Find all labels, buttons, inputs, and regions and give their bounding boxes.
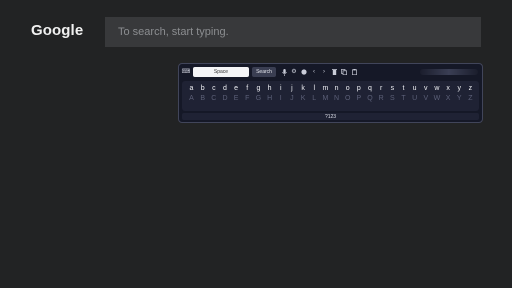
key-lower-b[interactable]: b — [197, 85, 208, 92]
space-key[interactable]: Space — [193, 67, 249, 77]
key-lower-a[interactable]: a — [186, 85, 197, 92]
key-upper-i[interactable]: I — [275, 95, 286, 102]
key-upper-l[interactable]: L — [309, 95, 320, 102]
key-upper-h[interactable]: H — [264, 95, 275, 102]
key-upper-y[interactable]: Y — [454, 95, 465, 102]
letter-keys-panel: abcdefghijklmnopqrstuvwxyz ABCDEFGHIJKLM… — [182, 81, 479, 111]
key-upper-c[interactable]: C — [208, 95, 219, 102]
key-upper-z[interactable]: Z — [465, 95, 476, 102]
key-upper-g[interactable]: G — [253, 95, 264, 102]
gear-icon[interactable]: ⚙ — [289, 67, 299, 77]
key-lower-h[interactable]: h — [264, 85, 275, 92]
lowercase-row: abcdefghijklmnopqrstuvwxyz — [186, 85, 476, 92]
key-lower-l[interactable]: l — [309, 85, 320, 92]
key-lower-k[interactable]: k — [298, 85, 309, 92]
key-upper-s[interactable]: S — [387, 95, 398, 102]
keyboard-icon[interactable]: ⌨ — [181, 67, 191, 77]
keyboard-toolbar: ⌨ Space Search ⚙ ‹ › — [181, 66, 480, 78]
key-lower-p[interactable]: p — [353, 85, 364, 92]
key-upper-q[interactable]: Q — [365, 95, 376, 102]
key-lower-m[interactable]: m — [320, 85, 331, 92]
key-lower-g[interactable]: g — [253, 85, 264, 92]
copy-icon[interactable] — [339, 67, 349, 77]
globe-icon[interactable] — [299, 67, 309, 77]
key-lower-q[interactable]: q — [365, 85, 376, 92]
chevron-left-icon[interactable]: ‹ — [309, 67, 319, 77]
search-key[interactable]: Search — [252, 67, 276, 77]
key-lower-r[interactable]: r — [376, 85, 387, 92]
key-upper-w[interactable]: W — [431, 95, 442, 102]
uppercase-row: ABCDEFGHIJKLMNOPQRSTUVWXYZ — [186, 95, 476, 102]
key-lower-y[interactable]: y — [454, 85, 465, 92]
key-lower-c[interactable]: c — [208, 85, 219, 92]
on-screen-keyboard: ⌨ Space Search ⚙ ‹ › abcdefghijklmnopqrs… — [178, 63, 483, 123]
mic-icon[interactable] — [279, 67, 289, 77]
key-upper-j[interactable]: J — [286, 95, 297, 102]
key-upper-u[interactable]: U — [409, 95, 420, 102]
key-lower-d[interactable]: d — [219, 85, 230, 92]
key-upper-k[interactable]: K — [298, 95, 309, 102]
key-upper-v[interactable]: V — [420, 95, 431, 102]
key-upper-b[interactable]: B — [197, 95, 208, 102]
key-upper-f[interactable]: F — [242, 95, 253, 102]
key-upper-n[interactable]: N — [331, 95, 342, 102]
key-lower-t[interactable]: t — [398, 85, 409, 92]
paste-icon[interactable] — [349, 67, 359, 77]
key-upper-d[interactable]: D — [219, 95, 230, 102]
suggestion-strip — [420, 69, 478, 75]
chevron-right-icon[interactable]: › — [319, 67, 329, 77]
key-lower-z[interactable]: z — [465, 85, 476, 92]
key-lower-o[interactable]: o — [342, 85, 353, 92]
key-lower-n[interactable]: n — [331, 85, 342, 92]
key-lower-e[interactable]: e — [231, 85, 242, 92]
key-upper-m[interactable]: M — [320, 95, 331, 102]
google-logo: Google — [31, 22, 84, 39]
key-lower-s[interactable]: s — [387, 85, 398, 92]
search-placeholder: To search, start typing. — [118, 26, 229, 38]
key-upper-o[interactable]: O — [342, 95, 353, 102]
key-lower-w[interactable]: w — [431, 85, 442, 92]
key-upper-p[interactable]: P — [353, 95, 364, 102]
key-upper-r[interactable]: R — [376, 95, 387, 102]
key-lower-v[interactable]: v — [420, 85, 431, 92]
key-lower-f[interactable]: f — [242, 85, 253, 92]
delete-icon[interactable] — [329, 67, 339, 77]
key-lower-i[interactable]: i — [275, 85, 286, 92]
key-lower-j[interactable]: j — [286, 85, 297, 92]
key-lower-x[interactable]: x — [443, 85, 454, 92]
key-upper-a[interactable]: A — [186, 95, 197, 102]
search-input[interactable]: To search, start typing. — [105, 17, 481, 47]
key-upper-x[interactable]: X — [443, 95, 454, 102]
key-upper-t[interactable]: T — [398, 95, 409, 102]
key-lower-u[interactable]: u — [409, 85, 420, 92]
key-upper-e[interactable]: E — [231, 95, 242, 102]
symbols-key[interactable]: ?123 — [182, 113, 479, 120]
